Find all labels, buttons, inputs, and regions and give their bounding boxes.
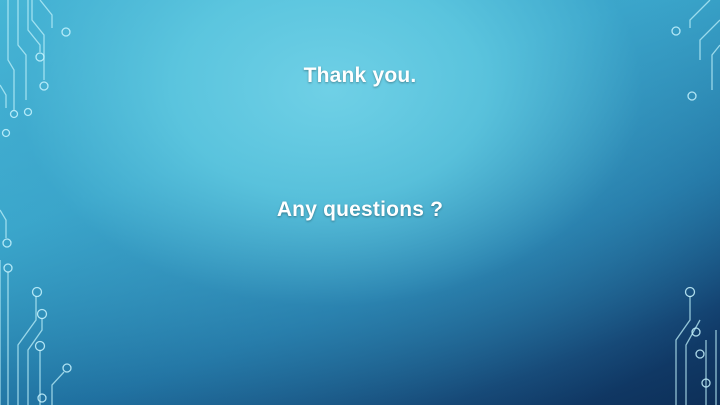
circuit-bottom-left — [0, 209, 72, 405]
circuit-bottom-right — [675, 286, 717, 405]
presentation-slide: Thank you. Any questions ? — [0, 0, 720, 405]
thank-you-text: Thank you. — [303, 64, 417, 87]
any-questions-text: Any questions ? — [276, 198, 444, 221]
